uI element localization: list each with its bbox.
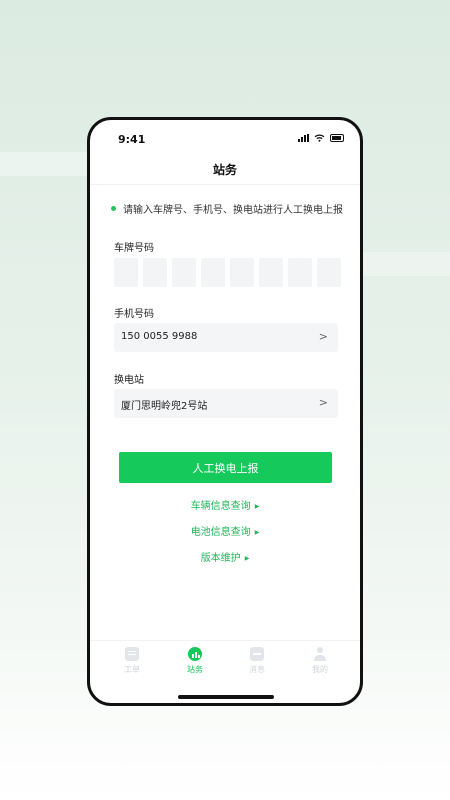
triangle-right-icon: ▶ — [254, 503, 260, 510]
plate-input-1[interactable] — [114, 258, 138, 287]
chevron-right-icon: > — [318, 330, 328, 343]
plate-input-6[interactable] — [259, 258, 283, 287]
profile-icon — [313, 647, 327, 661]
chevron-right-icon: > — [318, 396, 328, 409]
station-label: 换电站 — [114, 375, 144, 386]
phone-label: 手机号码 — [114, 309, 154, 320]
plate-input-5[interactable] — [230, 258, 254, 287]
version-maintenance-link[interactable]: 版本维护 ▶ — [90, 549, 360, 564]
background-band — [0, 152, 95, 176]
vehicle-info-link-label: 车辆信息查询 — [190, 501, 251, 512]
plate-input-7[interactable] — [288, 258, 312, 287]
tab-profile[interactable]: 我的 — [300, 647, 340, 675]
triangle-right-icon: ▶ — [254, 529, 260, 536]
status-icons — [298, 134, 344, 142]
notice-text: 请输入车牌号、手机号、换电站进行人工换电上报 — [123, 205, 343, 216]
message-icon — [250, 647, 264, 661]
tab-bar: 工单 站务 消息 我的 — [90, 640, 360, 681]
plate-input-3[interactable] — [172, 258, 196, 287]
plate-input-8[interactable] — [317, 258, 341, 287]
work-order-icon — [125, 647, 139, 661]
signal-icon — [298, 134, 309, 142]
background-band — [362, 252, 450, 276]
battery-info-link[interactable]: 电池信息查询 ▶ — [90, 523, 360, 538]
page-title: 站务 — [212, 163, 237, 177]
tab-label: 我的 — [312, 665, 328, 674]
manual-swap-report-button[interactable]: 人工换电上报 — [119, 452, 332, 483]
plate-input-2[interactable] — [143, 258, 167, 287]
tab-label: 工单 — [124, 665, 140, 674]
plate-input-4[interactable] — [201, 258, 225, 287]
station-field[interactable]: 厦门思明岭兜2号站 > — [114, 389, 338, 418]
phone-value: 150 0055 9988 — [121, 331, 198, 342]
triangle-right-icon: ▶ — [244, 555, 250, 562]
battery-icon — [330, 134, 344, 142]
status-bar: 9:41 — [90, 120, 360, 160]
version-maintenance-link-label: 版本维护 — [200, 553, 241, 564]
tab-messages[interactable]: 消息 — [237, 647, 277, 675]
plate-label: 车牌号码 — [114, 243, 154, 254]
battery-info-link-label: 电池信息查询 — [190, 527, 251, 538]
tab-label: 消息 — [249, 665, 265, 674]
phone-frame: 9:41 站务 请输入车牌号、手机号、换电站进行人工换电上报 车牌号码 手机号码 — [87, 117, 363, 706]
plate-input-group — [114, 258, 341, 287]
station-icon — [188, 647, 202, 661]
tab-label: 站务 — [187, 665, 203, 674]
status-time: 9:41 — [118, 133, 146, 146]
home-indicator — [178, 695, 274, 699]
notice-banner: 请输入车牌号、手机号、换电站进行人工换电上报 — [111, 201, 343, 216]
station-value: 厦门思明岭兜2号站 — [121, 401, 208, 412]
tab-station[interactable]: 站务 — [175, 647, 215, 675]
wifi-icon — [314, 134, 325, 142]
tab-work-orders[interactable]: 工单 — [112, 647, 152, 675]
header-divider — [90, 184, 360, 185]
notice-dot-icon — [111, 206, 116, 211]
phone-field[interactable]: 150 0055 9988 > — [114, 323, 338, 352]
vehicle-info-link[interactable]: 车辆信息查询 ▶ — [90, 497, 360, 512]
